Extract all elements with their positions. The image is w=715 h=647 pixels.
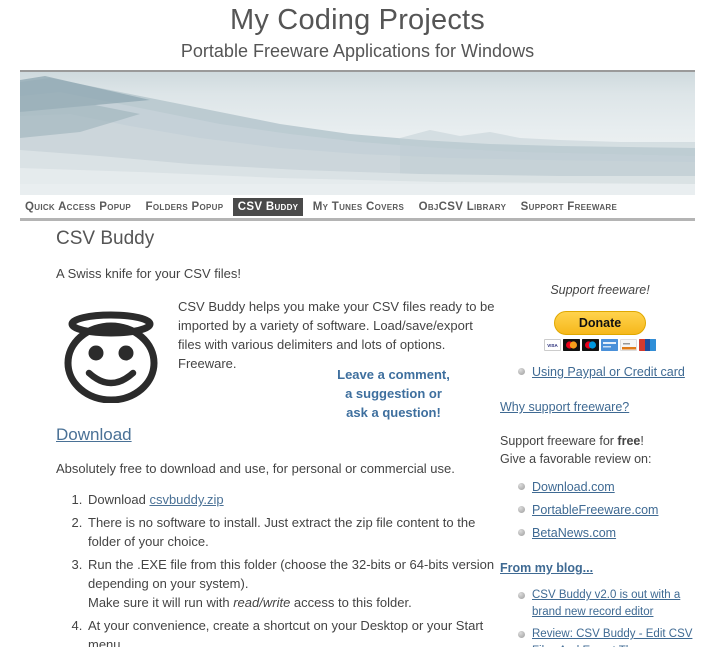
blog-post-review-csv-buddy-link[interactable]: Review: CSV Buddy - Edit CSV Files And E… — [532, 628, 692, 647]
intro-block: CSV Buddy helps you make your CSV files … — [56, 297, 496, 420]
list-item: Download.com — [518, 478, 700, 496]
page-root: My Coding Projects Portable Freeware App… — [0, 0, 715, 647]
leave-a-comment-callout[interactable]: Leave a comment, a suggestion or ask a q… — [311, 365, 476, 422]
comment-line-3: ask a question! — [346, 405, 441, 420]
banner-mountains-icon — [20, 76, 695, 195]
main-navigation[interactable]: Quick Access Popup Folders Popup CSV Bud… — [20, 197, 695, 216]
discover-card-icon — [620, 339, 637, 351]
review-site-download-com-link[interactable]: Download.com — [532, 480, 615, 494]
list-item: At your convenience, create a shortcut o… — [86, 616, 496, 647]
download-steps-list: Download csvbuddy.zip There is no softwa… — [56, 490, 496, 647]
using-paypal-or-credit-card-link[interactable]: Using Paypal or Credit card — [532, 365, 685, 379]
donate-button[interactable]: Donate — [554, 311, 646, 335]
step-3-note-pre: Make sure it will run with — [88, 595, 234, 610]
support-free-post: ! — [640, 434, 644, 448]
mastercard-card-icon — [563, 339, 580, 351]
donate-widget: Donate VISA — [538, 307, 662, 353]
nav-item-quick-access-popup[interactable]: Quick Access Popup — [20, 198, 136, 216]
review-site-betanews-com-link[interactable]: BetaNews.com — [532, 526, 616, 540]
list-item: Review: CSV Buddy - Edit CSV Files And E… — [518, 626, 700, 647]
amex-card-icon — [601, 339, 618, 351]
step-1-text: Download — [88, 492, 150, 507]
maestro-card-icon — [582, 339, 599, 351]
list-item: Run the .EXE file from this folder (choo… — [86, 555, 496, 612]
jcb-card-icon — [639, 339, 656, 351]
support-free-text: Support freeware for free! Give a favora… — [500, 432, 700, 468]
nav-item-csv-buddy[interactable]: CSV Buddy — [232, 198, 304, 216]
list-item: There is no software to install. Just ex… — [86, 513, 496, 551]
blog-post-csv-buddy-v2-link[interactable]: CSV Buddy v2.0 is out with a brand new r… — [532, 589, 680, 618]
review-prompt: Give a favorable review on: — [500, 452, 652, 466]
csv-buddy-smiley-logo-icon — [64, 311, 158, 403]
why-support-freeware-link[interactable]: Why support freeware? — [500, 400, 629, 414]
download-intro-text: Absolutely free to download and use, for… — [56, 461, 455, 476]
site-title: My Coding Projects — [229, 4, 486, 36]
list-item: Using Paypal or Credit card — [518, 363, 700, 381]
page-subtitle: A Swiss knife for your CSV files! — [56, 266, 241, 281]
step-3-text: Run the .EXE file from this folder (choo… — [88, 557, 495, 591]
support-free-bold: free — [617, 434, 641, 448]
step-3-note-emphasis: read/write — [233, 595, 291, 610]
review-site-portablefreeware-com-link[interactable]: PortableFreeware.com — [532, 503, 658, 517]
comment-line-1: Leave a comment, — [337, 367, 450, 382]
sidebar-column: Support freeware! Donate VISA Using Payp… — [500, 228, 700, 647]
banner-image — [20, 70, 695, 195]
from-my-blog-link[interactable]: From my blog... — [500, 561, 593, 575]
comment-line-2: a suggestion or — [345, 386, 442, 401]
list-item: PortableFreeware.com — [518, 501, 700, 519]
step-3-note-post: access to this folder. — [290, 595, 412, 610]
visa-card-icon: VISA — [544, 339, 561, 351]
support-free-pre: Support freeware for — [500, 434, 618, 448]
download-heading-link[interactable]: Download — [56, 425, 132, 445]
support-freeware-label: Support freeware! — [550, 283, 650, 297]
site-tagline: Portable Freeware Applications for Windo… — [180, 41, 535, 61]
nav-item-objcsv-library[interactable]: ObjCSV Library — [414, 198, 512, 216]
content-column: CSV Buddy A Swiss knife for your CSV fil… — [56, 228, 496, 647]
accepted-cards-row: VISA — [538, 339, 662, 353]
paypal-link-list: Using Paypal or Credit card — [500, 363, 700, 381]
nav-item-my-tunes-covers[interactable]: My Tunes Covers — [308, 198, 409, 216]
nav-divider — [20, 218, 695, 221]
blog-posts-list: CSV Buddy v2.0 is out with a brand new r… — [500, 587, 700, 647]
list-item: BetaNews.com — [518, 524, 700, 542]
page-title: CSV Buddy — [56, 228, 155, 249]
review-sites-list: Download.com PortableFreeware.com BetaNe… — [500, 478, 700, 542]
nav-item-folders-popup[interactable]: Folders Popup — [141, 198, 229, 216]
csvbuddy-zip-link[interactable]: csvbuddy.zip — [149, 492, 223, 507]
list-item: Download csvbuddy.zip — [86, 490, 496, 509]
list-item: CSV Buddy v2.0 is out with a brand new r… — [518, 587, 700, 621]
nav-item-support-freeware[interactable]: Support Freeware — [516, 198, 622, 216]
